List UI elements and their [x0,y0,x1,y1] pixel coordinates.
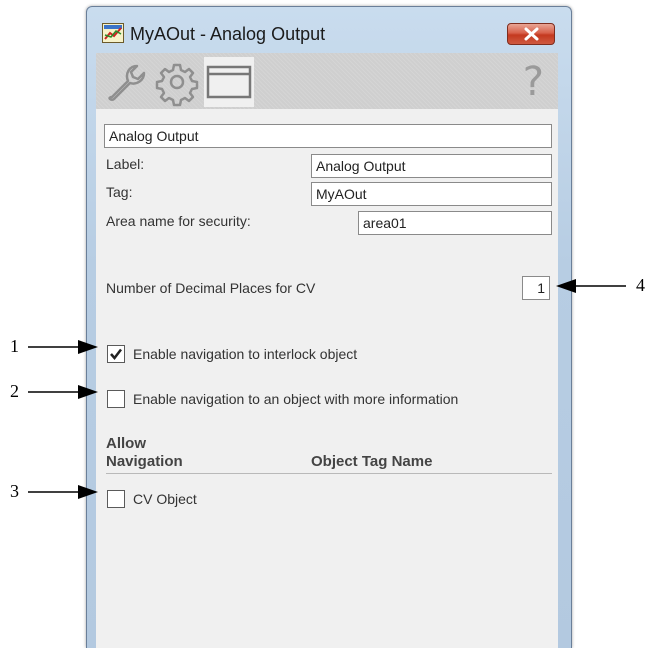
callout-arrow-3 [28,485,98,499]
description-field[interactable]: Analog Output [104,124,552,148]
tab-strip: ? [96,53,558,109]
gear-icon [155,63,199,107]
allow-header-line1: Allow [106,435,146,452]
tag-field[interactable]: MyAOut [311,182,552,206]
settings-panel: Analog Output Label: Analog Output Tag: … [96,109,558,648]
callout-arrow-4 [556,279,626,293]
help-icon[interactable]: ? [523,59,544,105]
callout-1: 1 [10,336,19,356]
tab-hmi[interactable] [204,57,254,107]
wrench-icon [108,64,146,101]
object-tag-header: Object Tag Name [311,453,433,470]
info-nav-label: Enable navigation to an object with more… [133,391,459,407]
window-title: MyAOut - Analog Output [130,24,326,44]
decimal-places-field[interactable]: 1 [522,276,550,300]
checkmark-icon [110,348,122,360]
callout-arrow-2 [28,385,98,399]
cv-object-checkbox[interactable] [107,490,125,508]
callout-4: 4 [636,275,645,295]
dialog-window: MyAOut - Analog Output ? Analog Output L… [86,6,572,648]
cv-object-label: CV Object [133,491,197,507]
close-icon [524,27,539,41]
window-icon [206,65,252,99]
close-button[interactable] [507,23,555,45]
tag-caption: Tag: [106,184,133,200]
info-nav-checkbox[interactable] [107,390,125,408]
tab-configuration[interactable] [100,57,150,107]
tab-advanced[interactable] [152,57,202,107]
area-caption: Area name for security: [106,213,251,229]
title-bar[interactable]: MyAOut - Analog Output [87,7,571,53]
callout-2: 2 [10,381,19,401]
app-icon [102,23,124,43]
interlock-nav-label: Enable navigation to interlock object [133,346,358,362]
interlock-nav-checkbox[interactable] [107,345,125,363]
area-field[interactable]: area01 [358,211,552,235]
allow-header-line2: Navigation [106,453,183,470]
table-divider [106,473,552,474]
decimal-places-caption: Number of Decimal Places for CV [106,280,316,296]
callout-3: 3 [10,481,19,501]
label-field[interactable]: Analog Output [311,154,552,178]
label-caption: Label: [106,156,145,172]
callout-arrow-1 [28,340,98,354]
